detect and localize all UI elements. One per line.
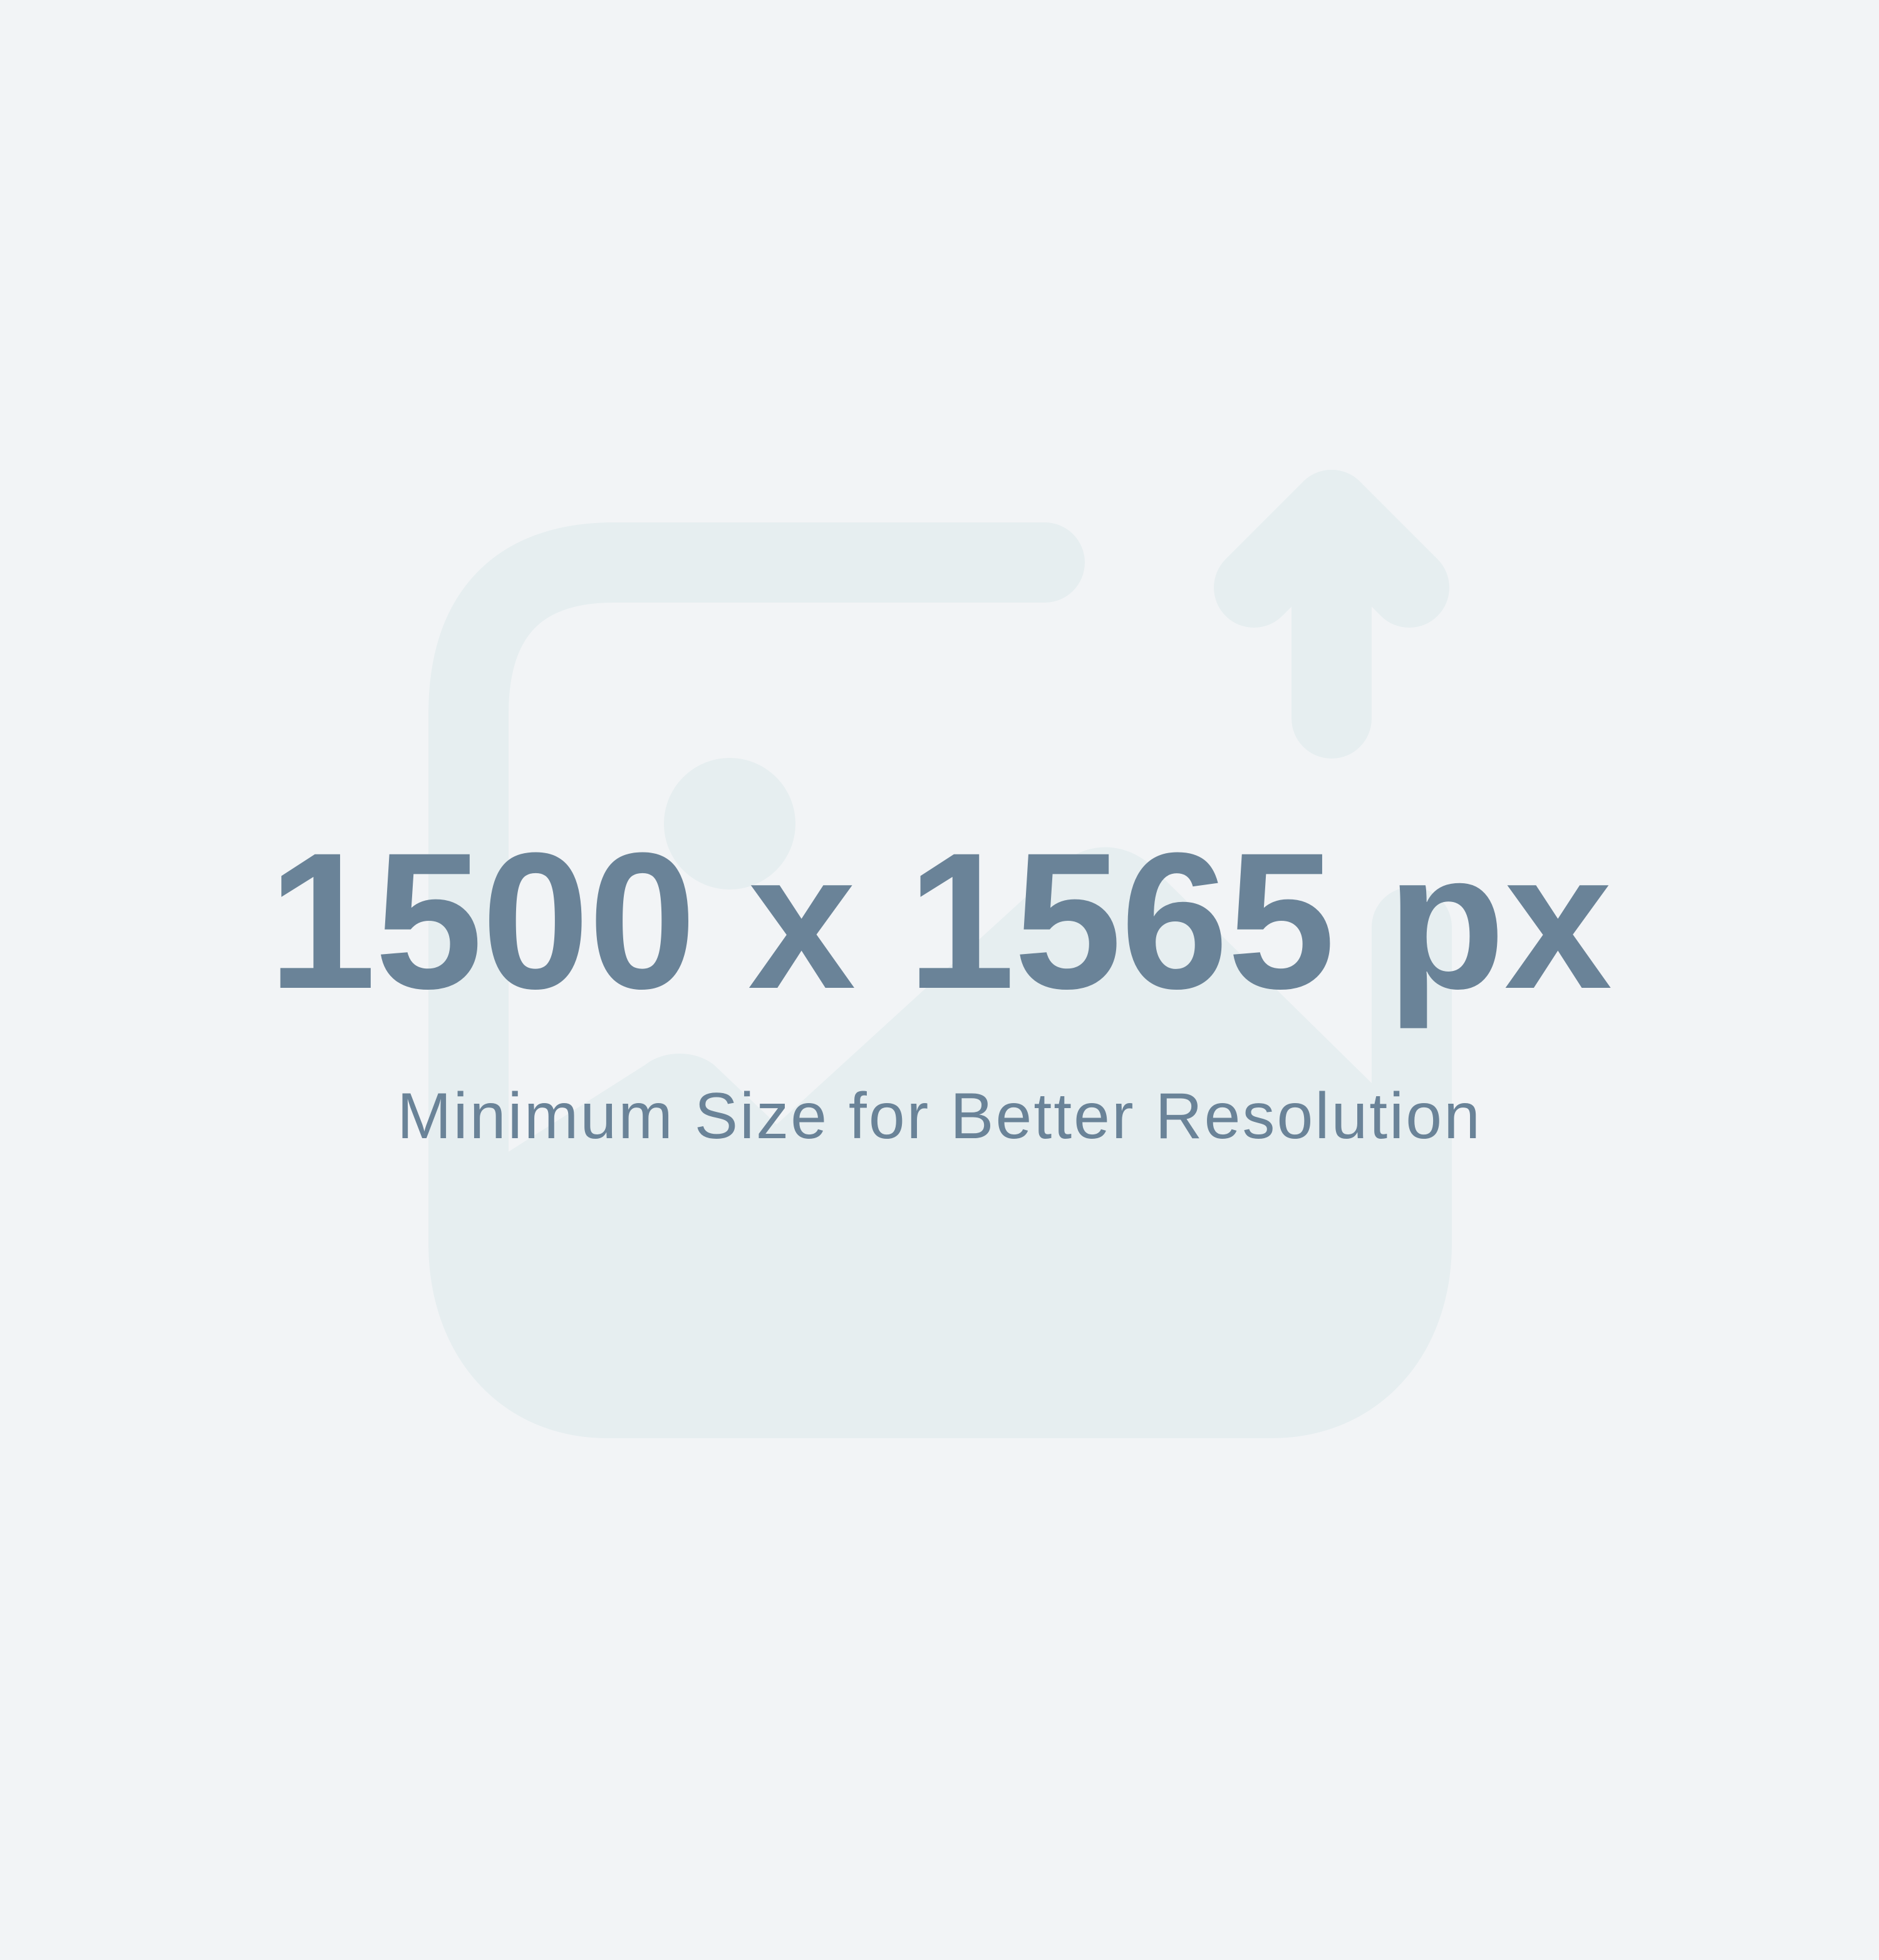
image-placeholder: 1500 x 1565 px Minimum Size for Better R… [0, 0, 1879, 1960]
minimum-dimensions-label: 1500 x 1565 px [268, 812, 1612, 1029]
placeholder-text-block: 1500 x 1565 px Minimum Size for Better R… [0, 0, 1879, 1960]
resolution-caption: Minimum Size for Better Resolution [397, 1080, 1482, 1153]
